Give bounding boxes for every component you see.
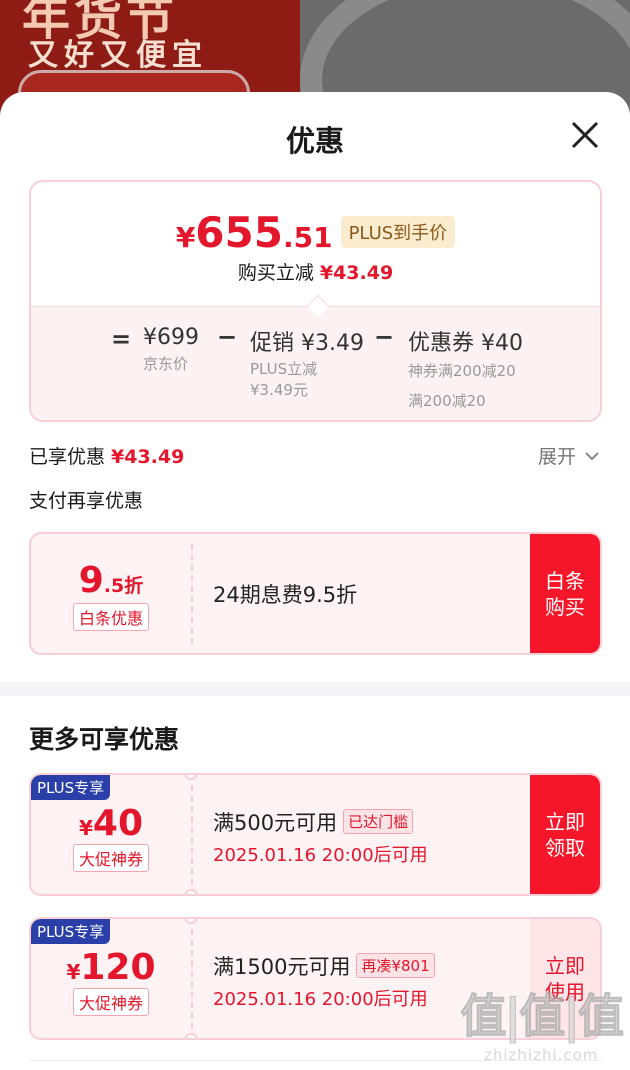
coupon-condition-text: 满500元可用 — [213, 811, 338, 835]
coupon-info: 满500元可用 已达门槛 2025.01.16 20:00后可用 — [213, 775, 428, 894]
price-summary: ¥655.51 PLUS到手价 购买立减 ¥43.49 — [31, 182, 600, 306]
coupon-amount: 40 — [92, 803, 144, 844]
coupon-condition: 满1500元可用 再凑¥801 — [213, 951, 435, 981]
coupon-status-tag: 已达门槛 — [343, 809, 414, 834]
promo-sub-2: ¥3.49元 — [250, 381, 308, 399]
pay-section-title: 支付再享优惠 — [29, 490, 144, 512]
coupon-condition-text: 满1500元可用 — [213, 955, 351, 979]
close-icon[interactable] — [570, 120, 600, 150]
baitiao-info: 24期息费9.5折 — [213, 534, 357, 653]
sheet-title: 优惠 — [285, 124, 344, 158]
reduce-value: ¥43.49 — [319, 262, 394, 284]
expand-toggle[interactable]: 展开 — [538, 442, 600, 469]
price-integer: 655 — [195, 208, 283, 257]
reduce-line: 购买立减 ¥43.49 — [31, 258, 600, 285]
chevron-down-icon — [585, 452, 599, 461]
coupon-amount: 120 — [80, 947, 156, 988]
promo-amount: 促销 ¥3.49 — [250, 331, 364, 356]
coupon-notch-bottom — [184, 889, 198, 894]
coupon-sub-2: 满200减20 — [408, 392, 486, 410]
coupon-valid-time: 2025.01.16 20:00后可用 — [213, 845, 428, 866]
coupon-value: ¥120 — [31, 947, 191, 988]
baitiao-left: 9.5折 白条优惠 — [31, 534, 191, 653]
coupon-sub: 神券满200减20 — [408, 362, 516, 380]
coupon-valid-time: 2025.01.16 20:00后可用 — [213, 989, 428, 1010]
baitiao-buy-button[interactable]: 白条 购买 — [530, 534, 600, 653]
plus-price-badge: PLUS到手价 — [340, 216, 456, 248]
watermark-url: zhizhizhi.com — [483, 1046, 599, 1064]
enjoyed-discount: 已享优惠 ¥43.49 — [29, 442, 184, 469]
banner-subtitle: 又好又便宜 — [28, 38, 208, 73]
baitiao-rate: 9.5折 — [31, 560, 191, 601]
site-watermark: 值|值|值 zhizhizhi.com — [460, 980, 625, 1065]
minus-sign: − — [217, 323, 238, 351]
expand-label: 展开 — [537, 446, 576, 468]
baitiao-label: 白条优惠 — [72, 603, 149, 631]
coupon-notch-bottom — [184, 1033, 198, 1038]
discount-sheet: 优惠 ¥655.51 PLUS到手价 购买立减 ¥43.49 = ¥699 京东价 … — [0, 92, 630, 1070]
jd-price-label: 京东价 — [143, 355, 189, 373]
coupon-type-label: 大促神券 — [72, 844, 149, 872]
minus-sign-2: − — [374, 323, 395, 351]
section-separator — [0, 682, 630, 696]
more-offers-title: 更多可享优惠 — [29, 725, 180, 754]
coupon-info: 满1500元可用 再凑¥801 2025.01.16 20:00后可用 — [213, 919, 435, 1038]
coupon-currency: ¥ — [78, 816, 93, 840]
baitiao-desc: 24期息费9.5折 — [213, 582, 358, 607]
enjoyed-value: ¥43.49 — [111, 446, 185, 468]
coupon-divider — [191, 929, 193, 1029]
baitiao-offer-card: 9.5折 白条优惠 24期息费9.5折 白条 购买 — [29, 532, 602, 655]
coupon-condition: 满500元可用 已达门槛 — [213, 807, 428, 837]
baitiao-rate-dec: .5折 — [103, 575, 144, 597]
watermark-logo: 值|值|值 — [460, 989, 625, 1044]
coupon-divider — [191, 544, 193, 644]
claim-coupon-button[interactable]: 立即 领取 — [530, 775, 600, 894]
reduce-label: 购买立减 — [237, 262, 314, 284]
coupon-column: 优惠券 ¥40 神券满200减20 满200减20 — [408, 325, 523, 413]
enjoyed-label: 已享优惠 — [29, 446, 106, 468]
price-currency: ¥ — [175, 221, 196, 254]
coupon-value: ¥40 — [31, 803, 191, 844]
jd-price: ¥699 — [143, 325, 199, 350]
coupon-card: PLUS专享 ¥40 大促神券 满500元可用 已达门槛 2025.01.16 2… — [29, 773, 602, 896]
final-price: ¥655.51 PLUS到手价 — [31, 208, 600, 257]
coupon-amount: 优惠券 ¥40 — [408, 331, 523, 356]
coupon-divider — [191, 785, 193, 885]
coupon-left: ¥40 大促神券 — [31, 775, 191, 894]
baitiao-rate-int: 9 — [78, 560, 104, 601]
equals-sign: = — [111, 325, 132, 353]
coupon-currency: ¥ — [66, 960, 81, 984]
promo-column: 促销 ¥3.49 PLUS立减 ¥3.49元 — [250, 325, 364, 401]
price-formula: = ¥699 京东价 − 促销 ¥3.49 PLUS立减 ¥3.49元 − 优惠… — [31, 306, 600, 420]
coupon-status-tag: 再凑¥801 — [356, 953, 435, 978]
jd-price-column: ¥699 京东价 — [143, 325, 199, 376]
coupon-type-label: 大促神券 — [72, 988, 149, 1016]
price-decimal: .51 — [282, 221, 333, 254]
coupon-left: ¥120 大促神券 — [31, 919, 191, 1038]
price-breakdown-card: ¥655.51 PLUS到手价 购买立减 ¥43.49 = ¥699 京东价 − 促… — [29, 180, 602, 422]
promo-sub: PLUS立减 — [250, 360, 318, 378]
